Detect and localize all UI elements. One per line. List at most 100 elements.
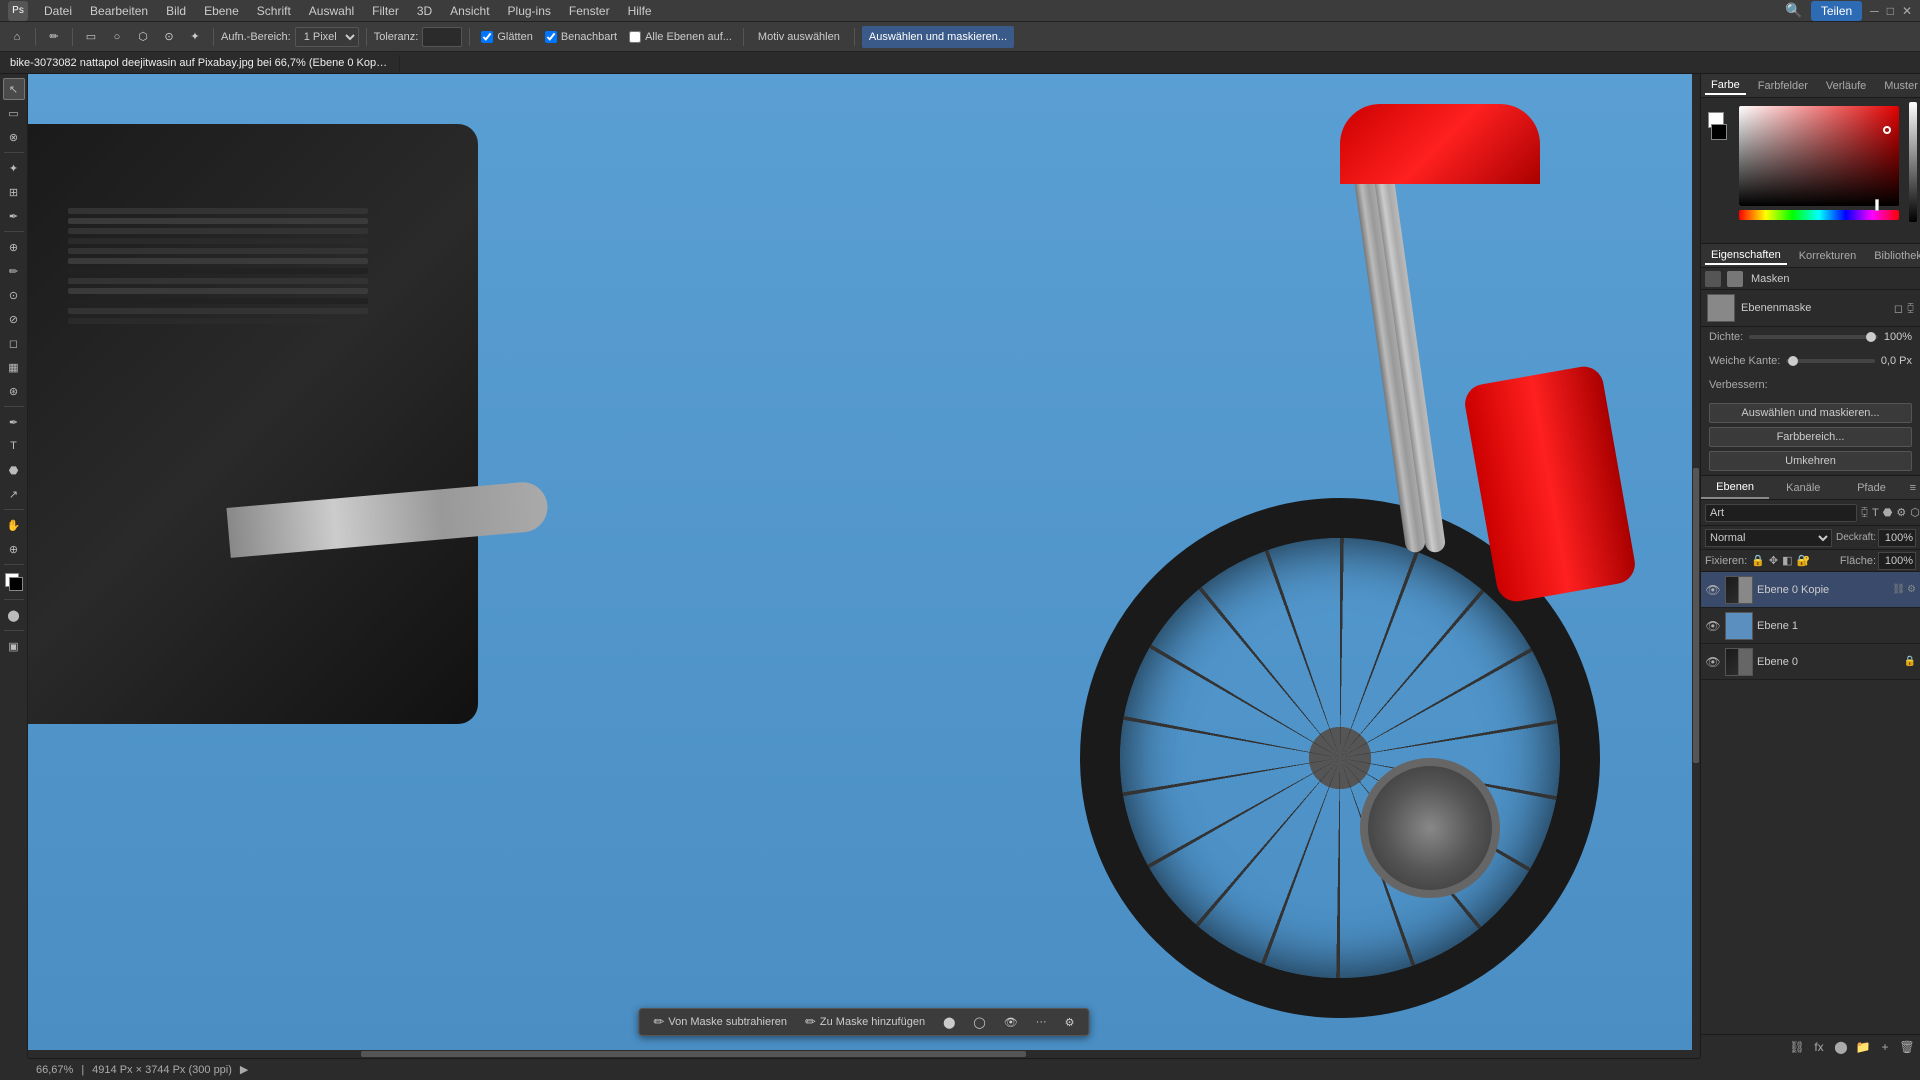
- menu-datei[interactable]: Datei: [36, 2, 80, 20]
- home-tool[interactable]: ⌂: [6, 26, 28, 48]
- layers-search-input[interactable]: Art: [1705, 504, 1857, 522]
- auswaehlen-maskieren-btn[interactable]: Auswählen und maskieren...: [1709, 403, 1912, 423]
- mask-tool-btn-2[interactable]: ◯: [967, 1014, 991, 1031]
- blend-mode-select[interactable]: Normal Multiplizieren Bildschirm: [1705, 529, 1832, 547]
- fixieren-move-icon[interactable]: ✥: [1769, 554, 1778, 567]
- document-tab[interactable]: bike-3073082 nattapol deejitwasin auf Pi…: [0, 55, 400, 71]
- round-tool[interactable]: ○: [106, 26, 128, 48]
- alle-ebenen-checkbox[interactable]: [629, 31, 641, 43]
- background-color[interactable]: [9, 577, 23, 591]
- tab-ebenen[interactable]: Ebenen: [1701, 477, 1769, 499]
- layers-filter-btn-1[interactable]: ⧮: [1861, 504, 1868, 522]
- scrollbar-thumb-h[interactable]: [361, 1051, 1027, 1057]
- menu-fenster[interactable]: Fenster: [561, 2, 618, 20]
- lasso-tool[interactable]: ⊙: [158, 26, 180, 48]
- menu-3d[interactable]: 3D: [409, 2, 440, 20]
- scrollbar-thumb-v[interactable]: [1693, 468, 1699, 763]
- menu-bearbeiten[interactable]: Bearbeiten: [82, 2, 156, 20]
- menu-schrift[interactable]: Schrift: [249, 2, 299, 20]
- dichte-slider-thumb[interactable]: [1866, 332, 1876, 342]
- masken-pixel-icon[interactable]: [1705, 271, 1721, 287]
- clone-tool[interactable]: ⊙: [3, 284, 25, 306]
- auswaehlen-maskieren-button[interactable]: Auswählen und maskieren...: [862, 26, 1014, 48]
- crop-tool[interactable]: ⊞: [3, 181, 25, 203]
- layer-lock-icon-2[interactable]: 🔒: [1904, 656, 1916, 667]
- poly-tool[interactable]: ⬡: [132, 26, 154, 48]
- layers-filter-btn-4[interactable]: ⚙: [1896, 504, 1906, 522]
- umkehren-btn[interactable]: Umkehren: [1709, 451, 1912, 471]
- add-to-mask-button[interactable]: ✏ Zu Maske hinzufügen: [799, 1012, 931, 1032]
- window-close[interactable]: ✕: [1902, 4, 1912, 18]
- color-gradient-picker[interactable]: [1739, 106, 1899, 206]
- vertical-scrollbar[interactable]: [1692, 74, 1700, 1058]
- menu-bild[interactable]: Bild: [158, 2, 194, 20]
- mask-tool-btn-3[interactable]: 👁: [998, 1014, 1024, 1031]
- hand-tool[interactable]: ✋: [3, 514, 25, 536]
- background-swatch[interactable]: [1711, 124, 1727, 140]
- layers-fx-btn[interactable]: fx: [1810, 1038, 1828, 1056]
- gradient-tool[interactable]: ▦: [3, 356, 25, 378]
- status-arrow[interactable]: ▶: [240, 1063, 248, 1076]
- mask-tool-btn-1[interactable]: ⬤: [937, 1014, 961, 1031]
- hue-slider[interactable]: [1739, 210, 1899, 220]
- weiche-kante-thumb[interactable]: [1788, 356, 1798, 366]
- select-tool[interactable]: ▭: [3, 102, 25, 124]
- flaeche-input[interactable]: [1878, 552, 1916, 570]
- zoom-tool[interactable]: ⊕: [3, 538, 25, 560]
- tab-korrekturen[interactable]: Korrekturen: [1793, 248, 1862, 264]
- fixieren-art-icon[interactable]: ◧: [1782, 554, 1792, 567]
- menu-ebene[interactable]: Ebene: [196, 2, 247, 20]
- brush-tool[interactable]: ✏: [43, 26, 65, 48]
- share-button[interactable]: Teilen: [1811, 1, 1862, 21]
- fixieren-lock-icon[interactable]: 🔒: [1751, 554, 1765, 567]
- window-minimize[interactable]: ─: [1870, 4, 1879, 18]
- color-swatch[interactable]: [5, 573, 23, 591]
- weiche-kante-slider[interactable]: [1786, 359, 1874, 363]
- eyedropper-tool[interactable]: ✒: [3, 205, 25, 227]
- layer-link-icon-0[interactable]: ⛓: [1892, 584, 1905, 595]
- layers-filter-btn-3[interactable]: ⬣: [1883, 504, 1893, 522]
- magic-wand-tool[interactable]: ✦: [3, 157, 25, 179]
- lasso-tool-left[interactable]: ⊗: [3, 126, 25, 148]
- mask-tool-btn-settings[interactable]: ⚙: [1059, 1014, 1081, 1031]
- tab-pfade[interactable]: Pfade: [1837, 478, 1905, 498]
- color-tab-verlaeufe[interactable]: Verläufe: [1820, 78, 1872, 94]
- layers-mask-btn[interactable]: ⬤: [1832, 1038, 1850, 1056]
- brush-tool-left[interactable]: ✏: [3, 260, 25, 282]
- deckraft-input[interactable]: [1878, 529, 1916, 547]
- shape-tool[interactable]: ⬣: [3, 459, 25, 481]
- layers-filter-btn-2[interactable]: T: [1872, 504, 1879, 522]
- menu-plugins[interactable]: Plug-ins: [500, 2, 559, 20]
- layer-vis-1[interactable]: 👁: [1705, 618, 1721, 634]
- layers-add-btn[interactable]: +: [1876, 1038, 1894, 1056]
- move-tool[interactable]: ↖: [3, 78, 25, 100]
- layer-fx-icon-0[interactable]: ⚙: [1907, 584, 1916, 595]
- layer-item-0[interactable]: 👁 Ebene 0 Kopie ⛓ ⚙: [1701, 572, 1920, 608]
- pen-tool[interactable]: ✒: [3, 411, 25, 433]
- masken-vector-icon[interactable]: [1727, 271, 1743, 287]
- color-tab-farbe[interactable]: Farbe: [1705, 77, 1746, 95]
- aufnahme-select[interactable]: 1 Pixel: [295, 27, 359, 47]
- brightness-slider[interactable]: [1909, 102, 1917, 222]
- ebenenmaske-icon-1[interactable]: ◻: [1894, 302, 1903, 315]
- ebenenmaske-icon-2[interactable]: ⧮: [1907, 302, 1914, 315]
- fixieren-all-icon[interactable]: 🔐: [1797, 554, 1811, 567]
- tab-kanaele[interactable]: Kanäle: [1769, 478, 1837, 498]
- mask-tool-btn-more[interactable]: ···: [1030, 1014, 1053, 1030]
- layer-vis-0[interactable]: 👁: [1705, 582, 1721, 598]
- canvas-area[interactable]: ✏ Von Maske subtrahieren ✏ Zu Maske hinz…: [28, 74, 1700, 1058]
- subtract-from-mask-button[interactable]: ✏ Von Maske subtrahieren: [647, 1012, 793, 1032]
- eraser-tool[interactable]: ◻: [3, 332, 25, 354]
- arrow-tool[interactable]: ↗: [3, 483, 25, 505]
- dodge-tool[interactable]: ⊛: [3, 380, 25, 402]
- layers-link-btn[interactable]: ⛓: [1788, 1038, 1806, 1056]
- farbbereich-btn[interactable]: Farbbereich...: [1709, 427, 1912, 447]
- layer-item-2[interactable]: 👁 Ebene 0 🔒: [1701, 644, 1920, 680]
- heal-tool[interactable]: ⊕: [3, 236, 25, 258]
- dichte-slider[interactable]: [1749, 335, 1878, 339]
- quick-mask-tool[interactable]: ⬤: [3, 604, 25, 626]
- toleranz-input[interactable]: 40: [422, 27, 462, 47]
- text-tool[interactable]: T: [3, 435, 25, 457]
- menu-auswahl[interactable]: Auswahl: [301, 2, 362, 20]
- layers-panel-icon[interactable]: ≡: [1910, 482, 1916, 494]
